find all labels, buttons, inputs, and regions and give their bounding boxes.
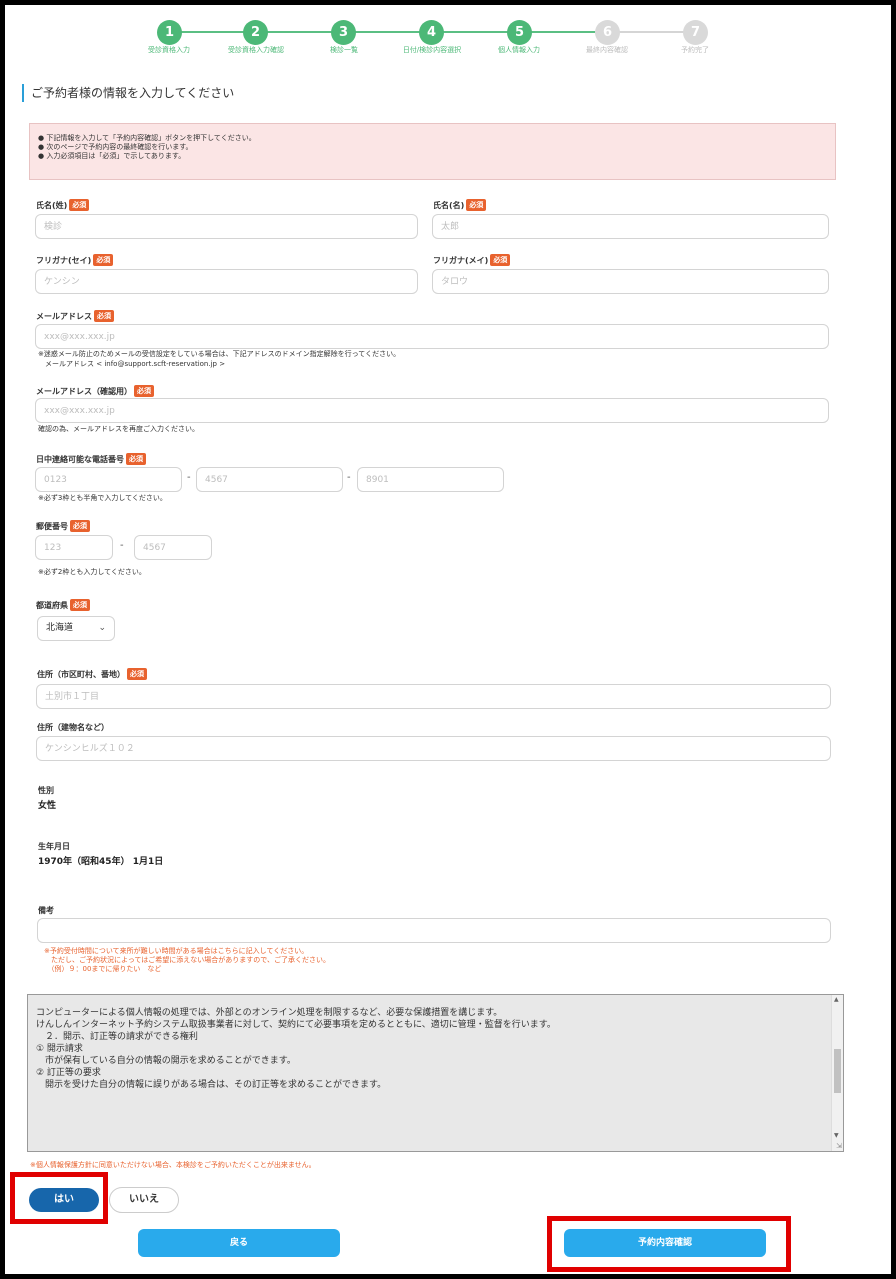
required-badge: 必須 <box>70 599 90 611</box>
address2-input[interactable] <box>36 736 831 761</box>
required-badge: 必須 <box>69 199 90 211</box>
prefecture-select[interactable]: 北海道 ⌄ <box>37 616 115 641</box>
email-input[interactable] <box>35 324 829 349</box>
postal-label: 郵便番号 必須 <box>36 520 90 532</box>
notice-item: ● 次のページで予約内容の最終確認を行います。 <box>38 143 193 151</box>
phone-note: ※必ず3枠とも半角で入力してください。 <box>38 494 167 502</box>
step-1-label: 受診資格入力 <box>148 46 190 54</box>
required-badge: 必須 <box>134 385 154 397</box>
first-kana-label: フリガナ(メイ) 必須 <box>433 254 511 266</box>
phone-label: 日中連絡可能な電話番号 必須 <box>36 453 146 465</box>
policy-scrollbar[interactable]: ▲ ▼ <box>831 995 843 1151</box>
last-kana-label: フリガナ(セイ) 必須 <box>36 254 114 266</box>
postal-input-2[interactable] <box>134 535 212 560</box>
required-badge: 必須 <box>70 520 90 532</box>
confirm-reservation-button[interactable]: 予約内容確認 <box>564 1229 766 1257</box>
last-kana-input[interactable] <box>35 269 418 294</box>
required-badge: 必須 <box>94 310 114 322</box>
first-kana-input[interactable] <box>432 269 829 294</box>
step-5-circle: 5 <box>507 20 532 45</box>
step-4-label: 日付/検診内容選択 <box>402 46 462 54</box>
phone-input-1[interactable] <box>35 467 182 492</box>
policy-line: 開示を受けた自分の情報に誤りがある場合は、その訂正等を求めることができます。 <box>36 1080 387 1090</box>
scrollbar-thumb[interactable] <box>834 1049 841 1093</box>
required-badge: 必須 <box>466 199 487 211</box>
scroll-up-icon[interactable]: ▲ <box>834 996 839 1003</box>
remarks-note: ※予約受付時間について来所が難しい時間がある場合はこちらに記入してください。 た… <box>44 947 331 973</box>
policy-line: ② 訂正等の要求 <box>36 1068 101 1078</box>
email-label: メールアドレス 必須 <box>36 310 114 322</box>
email-confirm-label: メールアドレス（確認用） 必須 <box>36 385 154 397</box>
email-confirm-input[interactable] <box>35 398 829 423</box>
postal-input-1[interactable] <box>35 535 113 560</box>
birthdate-value: 1970年（昭和45年） 1月1日 <box>38 857 164 867</box>
step-7-label: 予約完了 <box>681 46 709 54</box>
policy-line: ２．開示、訂正等の請求ができる権利 <box>36 1032 198 1042</box>
agree-yes-button[interactable]: はい <box>29 1188 99 1212</box>
phone-separator: - <box>187 472 191 483</box>
postal-separator: - <box>120 540 124 551</box>
privacy-policy-textarea[interactable]: コンピューターによる個人情報の処理では、外部とのオンライン処理を制限するなど、必… <box>27 994 844 1152</box>
prefecture-label: 都道府県 必須 <box>36 599 90 611</box>
required-badge: 必須 <box>93 254 114 266</box>
gender-value: 女性 <box>38 801 57 811</box>
first-name-label: 氏名(名) 必須 <box>433 199 487 211</box>
prefecture-value: 北海道 <box>46 623 74 633</box>
postal-note: ※必ず2枠とも入力してください。 <box>38 568 146 576</box>
back-button[interactable]: 戻る <box>138 1229 340 1257</box>
step-4-circle: 4 <box>419 20 444 45</box>
scroll-down-icon[interactable]: ▼ <box>834 1132 839 1139</box>
remarks-input[interactable] <box>37 918 831 943</box>
required-badge: 必須 <box>490 254 511 266</box>
notice-box: ● 下記情報を入力して「予約内容確認」ボタンを押下してください。 ● 次のページ… <box>29 123 836 180</box>
step-1-circle: 1 <box>157 20 182 45</box>
step-5-label: 個人情報入力 <box>498 46 540 54</box>
phone-input-2[interactable] <box>196 467 343 492</box>
address1-label: 住所（市区町村、番地） 必須 <box>37 668 147 680</box>
notice-item: ● 入力必須項目は「必須」で示してあります。 <box>38 152 186 160</box>
policy-line: コンピューターによる個人情報の処理では、外部とのオンライン処理を制限するなど、必… <box>36 1008 503 1018</box>
email-note: ※迷惑メール防止のためメールの受信設定をしている場合は、下記アドレスのドメイン指… <box>38 350 401 368</box>
last-name-input[interactable] <box>35 214 418 239</box>
step-6-label: 最終内容確認 <box>586 46 628 54</box>
step-2-label: 受診資格入力確認 <box>228 46 284 54</box>
step-3-circle: 3 <box>331 20 356 45</box>
policy-line: ① 開示請求 <box>36 1044 83 1054</box>
email-confirm-note: 確認の為、メールアドレスを再度ご入力ください。 <box>38 425 199 433</box>
step-7-circle: 7 <box>683 20 708 45</box>
step-3-label: 検診一覧 <box>330 46 358 54</box>
address2-label: 住所（建物名など） <box>37 723 109 732</box>
phone-separator: - <box>347 472 351 483</box>
gender-label: 性別 <box>38 786 54 795</box>
resize-handle-icon[interactable]: ⇲ <box>836 1142 842 1150</box>
step-2-circle: 2 <box>243 20 268 45</box>
chevron-down-icon: ⌄ <box>98 623 106 633</box>
step-6-circle: 6 <box>595 20 620 45</box>
address1-input[interactable] <box>36 684 831 709</box>
first-name-input[interactable] <box>432 214 829 239</box>
last-name-label: 氏名(姓) 必須 <box>36 199 90 211</box>
birthdate-label: 生年月日 <box>38 842 70 851</box>
agree-note: ※個人情報保護方針に同意いただけない場合、本検診をご予約いただくことが出来ません… <box>30 1161 316 1169</box>
policy-line: 市が保有している自分の情報の開示を求めることができます。 <box>36 1056 296 1066</box>
required-badge: 必須 <box>127 668 147 680</box>
required-badge: 必須 <box>126 453 146 465</box>
remarks-label: 備考 <box>38 906 54 915</box>
agree-no-button[interactable]: いいえ <box>109 1187 179 1213</box>
section-title: ご予約者様の情報を入力してください <box>22 84 234 102</box>
phone-input-3[interactable] <box>357 467 504 492</box>
policy-line: けんしんインターネット予約システム取扱事業者に対して、契約にて必要事項を定めると… <box>36 1020 556 1030</box>
notice-item: ● 下記情報を入力して「予約内容確認」ボタンを押下してください。 <box>38 134 256 142</box>
